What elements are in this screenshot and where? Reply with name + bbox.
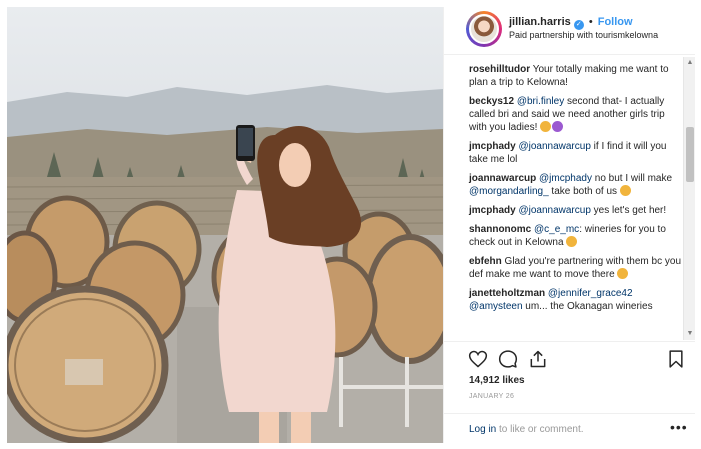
- post-photo[interactable]: [7, 7, 443, 443]
- paid-partnership-label[interactable]: Paid partnership with tourismkelowna: [509, 30, 658, 40]
- comment-item: shannonomc @c_e_mc: wineries for you to …: [469, 223, 681, 249]
- comment-mention[interactable]: @morgandarling_: [469, 186, 549, 197]
- heart-icon[interactable]: [468, 349, 488, 369]
- comment-text: take both of us: [548, 186, 620, 197]
- login-prompt: Log in to like or comment.: [469, 424, 584, 435]
- comment-mention[interactable]: @joannawarcup: [516, 205, 590, 216]
- comment-username[interactable]: rosehilltudor: [469, 64, 530, 75]
- comment-item: beckys12 @bri.finley second that- I actu…: [469, 95, 681, 134]
- login-prompt-text: to like or comment.: [496, 424, 584, 435]
- comment-mention[interactable]: @amysteen: [469, 301, 523, 312]
- scroll-up-icon[interactable]: ▲: [684, 57, 695, 69]
- more-options-icon[interactable]: •••: [670, 419, 688, 435]
- comment-text: yes let's get her!: [590, 205, 667, 216]
- bookmark-icon[interactable]: [666, 349, 686, 369]
- action-bar: [444, 341, 695, 371]
- emoji-icon: [540, 121, 552, 132]
- share-icon[interactable]: [528, 349, 548, 369]
- emoji-icon: [619, 185, 631, 196]
- comment-username[interactable]: beckys12: [469, 96, 514, 107]
- comment-mention[interactable]: @joannawarcup: [516, 141, 590, 152]
- post-side-panel: jillian.harris ✓ • Follow Paid partnershi…: [443, 7, 695, 443]
- verified-badge-icon: ✓: [573, 20, 584, 30]
- post-frame: jillian.harris ✓ • Follow Paid partnershi…: [0, 0, 701, 449]
- login-link[interactable]: Log in: [469, 424, 496, 435]
- avatar-image: [469, 14, 499, 44]
- comment-mention[interactable]: @jmcphady: [536, 173, 592, 184]
- post-date[interactable]: JANUARY 26: [469, 393, 514, 400]
- comment-text: Glad you're partnering with them bc you …: [469, 256, 682, 280]
- comment-item: jmcphady @joannawarcup if I find it will…: [469, 140, 681, 166]
- comment-mention[interactable]: @bri.finley: [514, 96, 564, 107]
- scroll-thumb[interactable]: [686, 127, 694, 182]
- likes-count[interactable]: 14,912 likes: [469, 375, 525, 386]
- follow-button[interactable]: Follow: [598, 16, 633, 28]
- comment-username[interactable]: shannonomc: [469, 224, 531, 235]
- comment-list: rosehilltudor Your totally making me wan…: [469, 63, 681, 319]
- comment-item: rosehilltudor Your totally making me wan…: [469, 63, 681, 89]
- header-separator: •: [588, 16, 593, 28]
- comment-item: jmcphady @joannawarcup yes let's get her…: [469, 204, 681, 217]
- comment-username[interactable]: janetteholtzman: [469, 288, 545, 299]
- header-title-line: jillian.harris ✓ • Follow: [509, 16, 633, 30]
- comments-section[interactable]: rosehilltudor Your totally making me wan…: [444, 57, 695, 340]
- emoji-icon: [566, 236, 578, 247]
- comment-item: ebfehn Glad you're partnering with them …: [469, 255, 681, 281]
- comment-mention[interactable]: @c_e_mc: [531, 224, 579, 235]
- username-link[interactable]: jillian.harris: [509, 16, 571, 28]
- emoji-icon: [552, 121, 564, 132]
- comment-icon[interactable]: [498, 349, 518, 369]
- comments-scrollbar[interactable]: ▲ ▼: [683, 57, 695, 340]
- scroll-down-icon[interactable]: ▼: [684, 328, 695, 340]
- comment-text: um... the Okanagan wineries: [522, 301, 653, 312]
- avatar[interactable]: [466, 11, 502, 47]
- post-footer: Log in to like or comment. •••: [444, 413, 695, 443]
- post-header: jillian.harris ✓ • Follow Paid partnershi…: [444, 7, 695, 55]
- emoji-icon: [617, 268, 629, 279]
- comment-item: joannawarcup @jmcphady no but I will mak…: [469, 172, 681, 198]
- comment-item: janetteholtzman @jennifer_grace42 @amyst…: [469, 287, 681, 313]
- winery-scene: [7, 85, 443, 443]
- comment-username[interactable]: joannawarcup: [469, 173, 536, 184]
- comment-text: no but I will make: [591, 173, 673, 184]
- comment-username[interactable]: ebfehn: [469, 256, 502, 267]
- comment-username[interactable]: jmcphady: [469, 141, 516, 152]
- comment-username[interactable]: jmcphady: [469, 205, 516, 216]
- comment-mention[interactable]: @jennifer_grace42: [545, 288, 633, 299]
